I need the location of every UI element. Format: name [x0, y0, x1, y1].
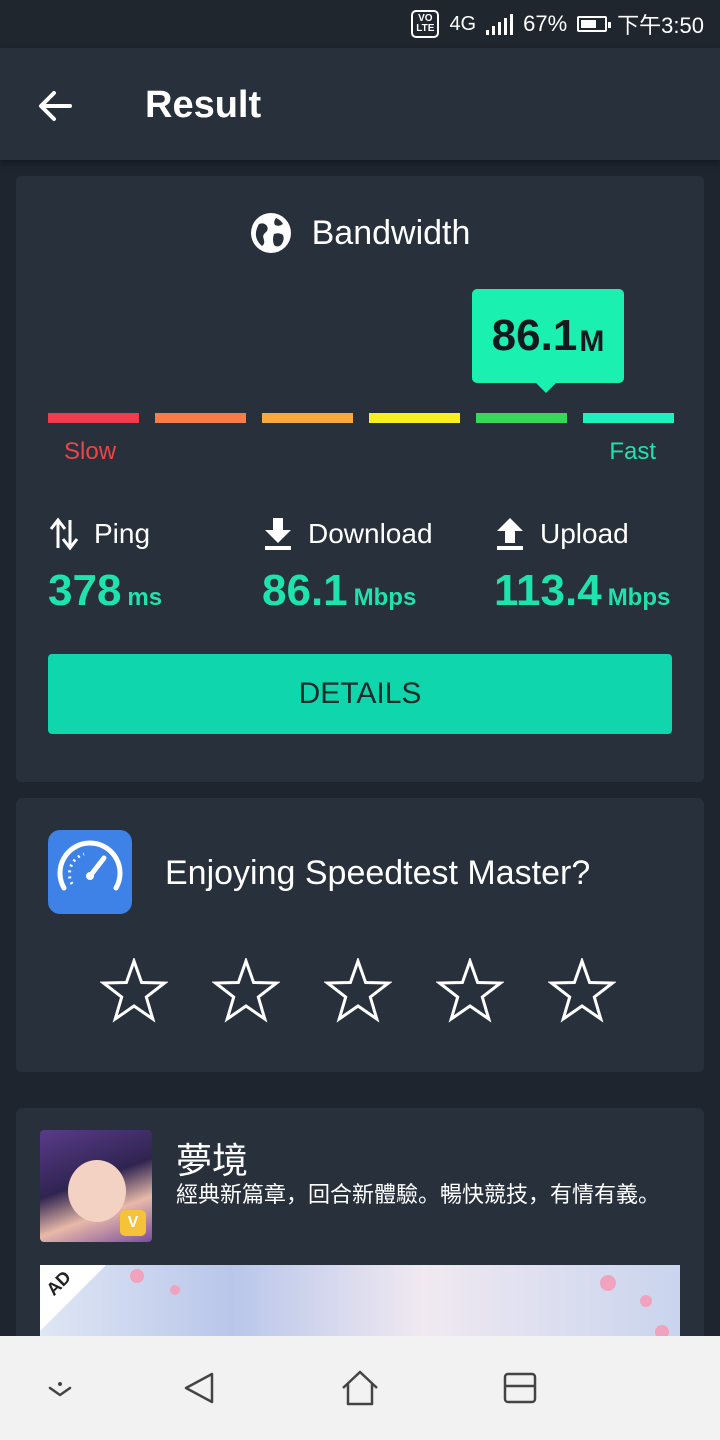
- upload-icon: [497, 518, 523, 550]
- ping-label: Ping: [94, 518, 151, 549]
- ping-metric: Ping 378 ms: [48, 516, 162, 616]
- arrow-left-icon[interactable]: [30, 80, 82, 132]
- up-down-arrows-icon: [49, 517, 79, 551]
- scale-segment: [476, 413, 567, 423]
- globe-icon: [250, 213, 291, 253]
- ad-title[interactable]: 夢境: [176, 1132, 248, 1184]
- ping-unit: ms: [127, 584, 163, 611]
- home-icon[interactable]: [338, 1366, 382, 1410]
- bandwidth-value: 86.1: [491, 311, 578, 360]
- ad-card[interactable]: V 夢境 經典新篇章，回合新體驗。暢快競技，有情有義。 AD: [16, 1108, 704, 1375]
- star-icon[interactable]: [212, 958, 280, 1026]
- battery-icon: [577, 16, 612, 32]
- download-metric: Download 86.1 Mbps: [262, 516, 433, 616]
- scale-segment: [155, 413, 246, 423]
- signal-icon: [486, 13, 514, 35]
- rating-question: Enjoying Speedtest Master?: [165, 854, 591, 892]
- upload-label: Upload: [540, 518, 629, 549]
- star-icon[interactable]: [324, 958, 392, 1026]
- volte-icon: VO LTE: [411, 10, 440, 38]
- upload-metric: Upload 113.4 Mbps: [494, 516, 670, 616]
- expand-icon[interactable]: [38, 1366, 82, 1410]
- scale-segment: [262, 413, 353, 423]
- star-rating: [100, 958, 616, 1026]
- bandwidth-unit: M: [579, 325, 605, 358]
- ad-corner: [40, 1265, 106, 1331]
- network-type: 4G: [449, 12, 477, 35]
- star-icon[interactable]: [548, 958, 616, 1026]
- scale-segment: [48, 413, 139, 423]
- ad-description: 經典新篇章，回合新體驗。暢快競技，有情有義。: [176, 1182, 661, 1207]
- bandwidth-card: Bandwidth 86.1 M Slow Fast Ping 378 ms Do…: [16, 176, 704, 782]
- star-icon[interactable]: [100, 958, 168, 1026]
- download-icon: [265, 518, 291, 550]
- slow-label: Slow: [64, 438, 117, 465]
- upload-value: 113.4: [494, 566, 602, 615]
- status-bar: VO LTE 4G 67% 下午3:50: [0, 0, 720, 48]
- ad-app-image[interactable]: V: [40, 1130, 152, 1242]
- back-triangle-icon[interactable]: [178, 1366, 222, 1410]
- bandwidth-header: Bandwidth: [16, 212, 704, 254]
- upload-unit: Mbps: [607, 584, 671, 611]
- fast-label: Fast: [609, 438, 656, 465]
- download-value: 86.1: [262, 566, 348, 615]
- bandwidth-title: Bandwidth: [311, 213, 471, 252]
- scale-segment: [583, 413, 674, 423]
- battery-percent: 67%: [523, 11, 568, 36]
- recents-icon[interactable]: [498, 1366, 542, 1410]
- details-button[interactable]: DETAILS: [48, 654, 672, 734]
- page-title: Result: [145, 84, 262, 126]
- bandwidth-value-bubble: 86.1 M: [472, 289, 624, 393]
- speedometer-icon: [48, 830, 132, 914]
- navigation-bar: [0, 1336, 720, 1440]
- scale-segment: [369, 413, 460, 423]
- app-bar: Result: [0, 48, 720, 160]
- ad-app-badge: V: [120, 1210, 146, 1236]
- rating-card: Enjoying Speedtest Master?: [16, 798, 704, 1072]
- clock: 下午3:50: [617, 13, 704, 38]
- ping-value: 378: [48, 566, 122, 615]
- download-label: Download: [308, 518, 433, 549]
- star-icon[interactable]: [436, 958, 504, 1026]
- download-unit: Mbps: [353, 584, 417, 611]
- speed-scale: [48, 413, 674, 423]
